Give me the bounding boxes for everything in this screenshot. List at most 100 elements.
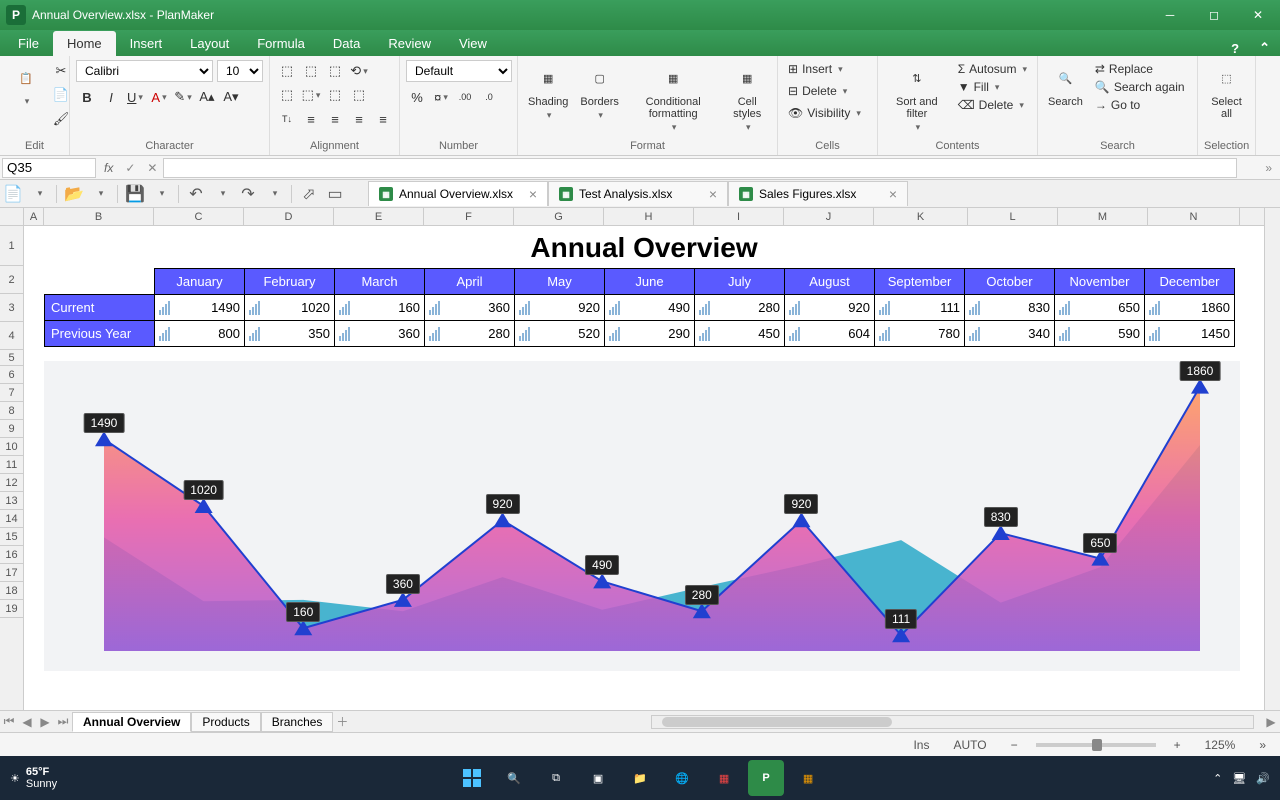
help-button[interactable]: ? [1221, 41, 1249, 56]
data-cell[interactable]: 340 [965, 321, 1055, 347]
select-all-corner[interactable] [0, 208, 24, 226]
cell-styles-button[interactable]: ▦Cell styles▾ [723, 60, 771, 135]
menu-tab-data[interactable]: Data [319, 31, 374, 56]
highlight-button[interactable]: ✎▾ [172, 86, 194, 108]
close-doc-button[interactable]: × [889, 186, 897, 202]
font-size-select[interactable]: 10 [217, 60, 263, 82]
percent-button[interactable]: % [406, 86, 428, 108]
number-format-select[interactable]: Default [406, 60, 512, 82]
text-direction-button[interactable]: T↓ [276, 108, 298, 130]
indent-less-button[interactable]: ⬚ [324, 84, 346, 106]
horizontal-scrollbar[interactable] [651, 715, 1254, 729]
column-header[interactable]: I [694, 208, 784, 225]
menu-tab-home[interactable]: Home [53, 31, 116, 56]
align-middle-button[interactable]: ⬚ [300, 60, 322, 82]
data-cell[interactable]: 290 [605, 321, 695, 347]
data-cell[interactable]: 490 [605, 295, 695, 321]
row-header[interactable]: 2 [0, 266, 23, 294]
taskbar-app-2[interactable]: ▦ [706, 760, 742, 796]
row-header[interactable]: 11 [0, 456, 23, 474]
data-cell[interactable]: 360 [335, 321, 425, 347]
underline-button[interactable]: U▾ [124, 86, 146, 108]
fill-button[interactable]: ▼Fill▾ [954, 78, 1031, 96]
row-header[interactable]: 18 [0, 582, 23, 600]
replace-button[interactable]: ⇄Replace [1091, 60, 1189, 78]
shading-button[interactable]: ▦Shading▾ [524, 60, 572, 123]
column-header[interactable]: H [604, 208, 694, 225]
conditional-formatting-button[interactable]: ▦Conditional formatting▾ [627, 60, 720, 135]
undo-button[interactable]: ↶ [183, 182, 209, 206]
maximize-button[interactable]: ◻ [1192, 0, 1236, 30]
row-header[interactable]: 16 [0, 546, 23, 564]
goto-button[interactable]: →Go to [1091, 96, 1189, 114]
menu-tab-review[interactable]: Review [374, 31, 445, 56]
bold-button[interactable]: B [76, 86, 98, 108]
column-header[interactable]: E [334, 208, 424, 225]
row-header[interactable]: 12 [0, 474, 23, 492]
column-header[interactable]: A [24, 208, 44, 225]
data-cell[interactable]: 350 [245, 321, 335, 347]
sheet-tab[interactable]: Products [191, 712, 260, 732]
taskbar-app-3[interactable]: ▦ [790, 760, 826, 796]
align-bottom-button[interactable]: ⬚ [324, 60, 346, 82]
scroll-right-button[interactable]: ▶ [1262, 715, 1280, 729]
zoom-slider[interactable] [1036, 743, 1156, 747]
paste-button[interactable]: 📋 ▾ [6, 60, 46, 109]
data-cell[interactable]: 604 [785, 321, 875, 347]
menu-tab-file[interactable]: File [4, 31, 53, 56]
column-header[interactable]: F [424, 208, 514, 225]
borders-button[interactable]: ▢Borders▾ [576, 60, 623, 123]
data-cell[interactable]: 830 [965, 295, 1055, 321]
row-header[interactable]: 1 [0, 226, 23, 266]
autosum-button[interactable]: ΣAutosum▾ [954, 60, 1031, 78]
save-dropdown[interactable]: ▾ [148, 182, 174, 206]
row-header[interactable]: 3 [0, 294, 23, 322]
row-header[interactable]: 14 [0, 510, 23, 528]
row-header[interactable]: 8 [0, 402, 23, 420]
redo-button[interactable]: ↷ [235, 182, 261, 206]
taskbar-search-button[interactable]: 🔍 [496, 760, 532, 796]
data-cell[interactable]: 360 [425, 295, 515, 321]
align-right-button[interactable]: ≡ [348, 108, 370, 130]
zoom-level[interactable]: 125% [1199, 738, 1242, 752]
sort-filter-button[interactable]: ⇅Sort and filter▾ [884, 60, 950, 135]
file-explorer-button[interactable]: 📁 [622, 760, 658, 796]
column-headers[interactable]: ABCDEFGHIJKLMN [24, 208, 1264, 226]
align-justify-button[interactable]: ≡ [372, 108, 394, 130]
row-header[interactable]: 19 [0, 600, 23, 618]
row-headers[interactable]: 12345678910111213141516171819 [0, 226, 24, 710]
menu-tab-layout[interactable]: Layout [176, 31, 243, 56]
menu-tab-insert[interactable]: Insert [116, 31, 177, 56]
row-header[interactable]: 9 [0, 420, 23, 438]
save-button[interactable]: 💾 [122, 182, 148, 206]
sheet-tab[interactable]: Branches [261, 712, 334, 732]
merge-button[interactable]: ⬚▾ [300, 84, 322, 106]
decrease-decimal-button[interactable]: .0 [478, 86, 500, 108]
row-header[interactable]: 5 [0, 350, 23, 366]
format-painter-button[interactable]: 🖌 [50, 108, 72, 130]
row-header[interactable]: 17 [0, 564, 23, 582]
data-cell[interactable]: 800 [155, 321, 245, 347]
doc-tab[interactable]: ▦Annual Overview.xlsx× [368, 181, 548, 206]
calc-mode-indicator[interactable]: AUTO [947, 738, 992, 752]
expand-formula-button[interactable]: » [1257, 161, 1280, 175]
formula-accept-button[interactable]: ✓ [119, 161, 141, 175]
open-dropdown[interactable]: ▾ [87, 182, 113, 206]
edge-button[interactable]: 🌐 [664, 760, 700, 796]
align-top-button[interactable]: ⬚ [276, 60, 298, 82]
visibility-button[interactable]: 👁Visibility▾ [784, 104, 865, 122]
tray-chevron-icon[interactable]: ⌃ [1213, 772, 1222, 785]
shrink-font-button[interactable]: A▾ [220, 86, 242, 108]
delete-contents-button[interactable]: ⌫Delete▾ [954, 96, 1031, 114]
zoom-dropdown[interactable]: » [1253, 738, 1272, 752]
tray-volume-icon[interactable]: 🔊 [1256, 772, 1270, 785]
object-button[interactable]: ▭ [322, 182, 348, 206]
prev-sheet-button[interactable]: ◀ [18, 715, 36, 729]
cut-button[interactable]: ✂ [50, 60, 72, 82]
chart[interactable]: 149010201603609204902809201118306501860 [44, 361, 1240, 671]
formula-input[interactable] [163, 158, 1237, 178]
italic-button[interactable]: I [100, 86, 122, 108]
data-cell[interactable]: 920 [785, 295, 875, 321]
doc-tab[interactable]: ▦Sales Figures.xlsx× [728, 181, 908, 206]
column-header[interactable]: J [784, 208, 874, 225]
